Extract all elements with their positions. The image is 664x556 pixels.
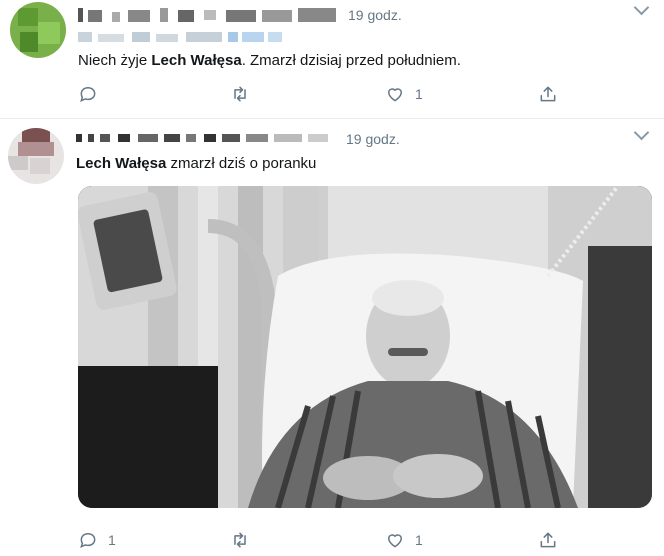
tweet-time[interactable]: 19 godz.	[348, 7, 402, 23]
share-icon	[540, 86, 556, 102]
like-icon	[388, 88, 402, 102]
like-button[interactable]: 1	[385, 82, 423, 106]
like-icon	[388, 534, 402, 548]
chevron-down-icon[interactable]	[633, 0, 650, 16]
avatar[interactable]	[8, 128, 64, 184]
tweet-1[interactable]: 19 godz. Niech żyje Lech Wałęsa. Zmarzł …	[0, 0, 664, 119]
retweet-icon	[234, 86, 246, 102]
like-button[interactable]: 1	[385, 528, 423, 552]
reply-button[interactable]	[78, 82, 98, 106]
tweet-text: Niech żyje Lech Wałęsa. Zmarzł dzisiaj p…	[78, 52, 461, 69]
retweet-icon	[234, 532, 246, 548]
share-button[interactable]	[538, 82, 558, 106]
reply-button[interactable]: 1	[78, 528, 116, 552]
share-button[interactable]	[538, 528, 558, 552]
reply-icon	[80, 86, 96, 103]
like-count: 1	[415, 532, 423, 548]
share-icon	[540, 532, 556, 548]
avatar[interactable]	[10, 2, 66, 58]
mention-name: Lech Wałęsa	[76, 155, 167, 172]
chevron-down-icon[interactable]	[633, 124, 650, 141]
photo-hospital-bed	[78, 186, 652, 508]
retweet-button[interactable]	[230, 82, 250, 106]
tweet-photo[interactable]	[78, 186, 652, 508]
tweet-text: Lech Wałęsa zmarzł dziś o poranku	[76, 155, 317, 172]
retweet-button[interactable]	[230, 528, 250, 552]
reply-count: 1	[108, 532, 116, 548]
like-count: 1	[415, 86, 423, 102]
tweet-time[interactable]: 19 godz.	[346, 131, 400, 147]
reply-icon	[80, 532, 96, 549]
tweet-2[interactable]: 19 godz. Lech Wałęsa zmarzł dziś o poran…	[0, 118, 664, 556]
mention-name: Lech Wałęsa	[151, 52, 242, 69]
